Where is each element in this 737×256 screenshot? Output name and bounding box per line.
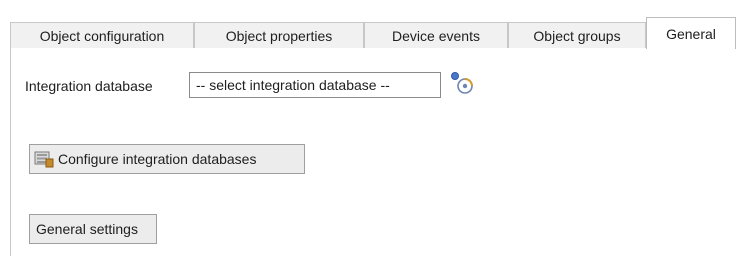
- tab-general[interactable]: General: [646, 17, 736, 49]
- tab-object-groups[interactable]: Object groups: [508, 22, 646, 48]
- integration-database-select-value: -- select integration database --: [196, 77, 390, 93]
- tab-bar: Object configuration Object properties D…: [10, 14, 737, 49]
- general-settings-button[interactable]: General settings: [29, 214, 157, 244]
- configure-integration-databases-button[interactable]: Configure integration databases: [29, 144, 305, 174]
- configure-integration-databases-label: Configure integration databases: [58, 151, 257, 167]
- refresh-icon[interactable]: [447, 68, 477, 98]
- general-settings-label: General settings: [36, 221, 138, 237]
- tab-object-configuration[interactable]: Object configuration: [10, 22, 194, 48]
- general-panel: Integration database -- select integrati…: [10, 48, 737, 256]
- database-config-icon: [34, 150, 54, 168]
- top-strip: [0, 0, 737, 14]
- tab-device-events[interactable]: Device events: [364, 22, 508, 48]
- integration-database-select[interactable]: -- select integration database --: [189, 72, 441, 98]
- tab-object-properties[interactable]: Object properties: [194, 22, 364, 48]
- integration-database-label: Integration database: [25, 78, 153, 94]
